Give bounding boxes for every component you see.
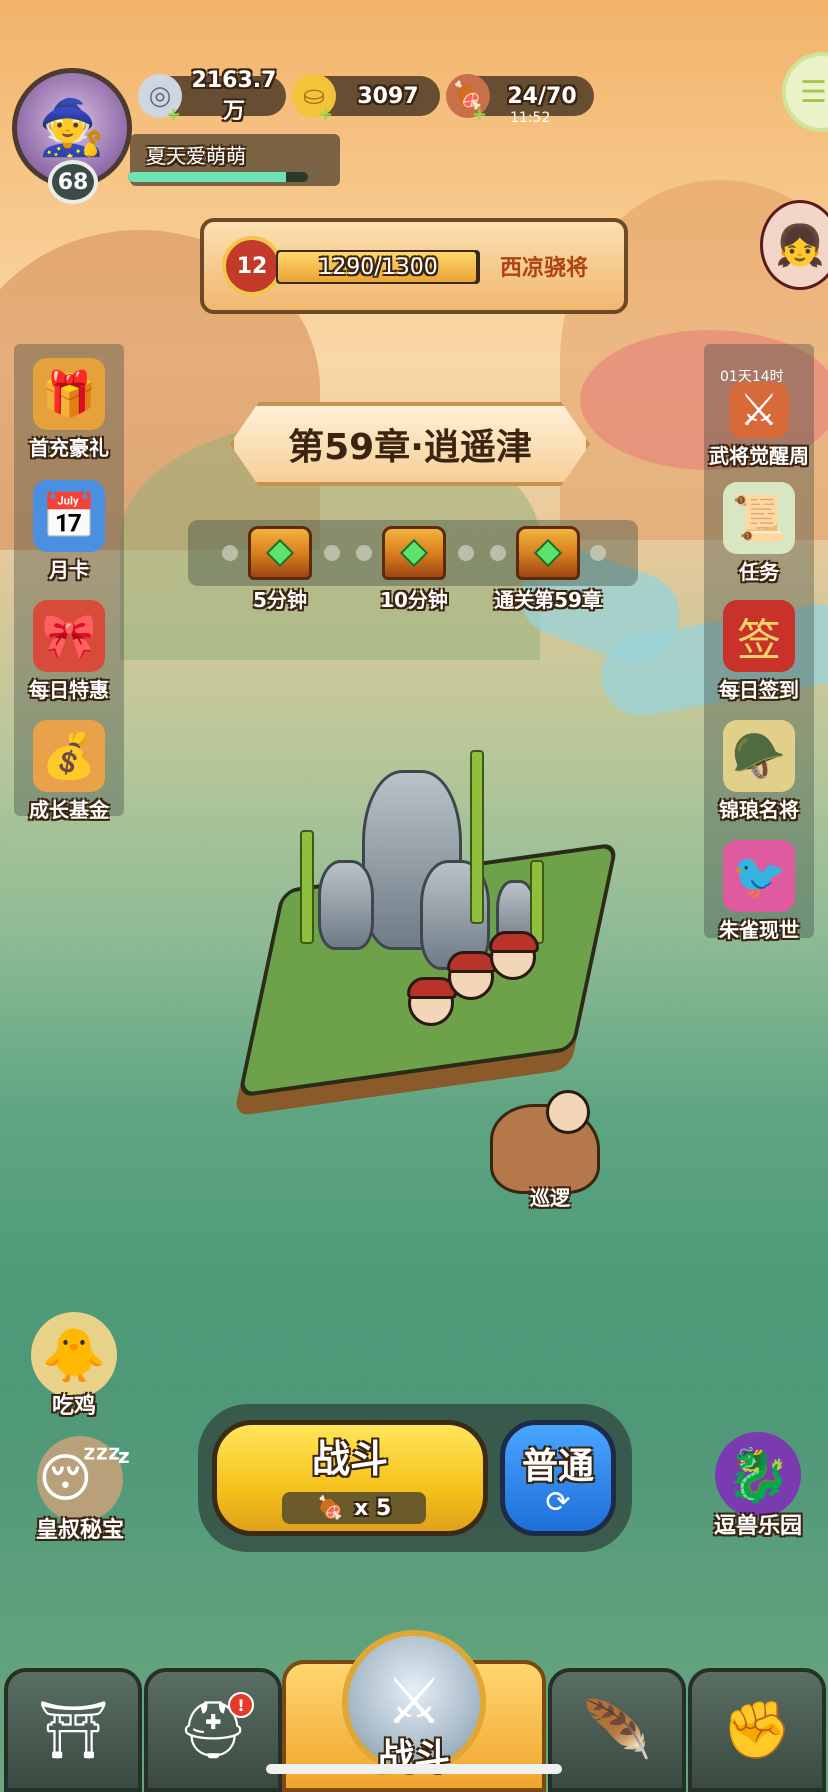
gift-bag-icon: 🎀 xyxy=(33,600,105,672)
famous-general-label: 锦琅名将 xyxy=(719,798,799,822)
fight-button-label: 战斗 xyxy=(311,1437,388,1481)
bamboo-stalk xyxy=(300,830,314,944)
first-recharge-button[interactable]: 🎁 首充豪礼 xyxy=(14,358,124,461)
coin-plus-icon[interactable]: + xyxy=(166,104,181,125)
player-name: 夏天爱萌萌 xyxy=(146,144,246,168)
task-label: 任务 xyxy=(739,560,779,584)
rider-icon xyxy=(546,1090,590,1134)
nav-tab-heroes[interactable]: 🪶 xyxy=(548,1668,686,1792)
famous-general-button[interactable]: 🪖 锦琅名将 xyxy=(704,720,814,823)
sign-in-icon: 签 xyxy=(723,600,795,672)
patrol-label: 巡逻 xyxy=(530,1186,570,1210)
rank-title: 西凉骁将 xyxy=(500,256,589,281)
calendar-card-icon: 📅 xyxy=(33,480,105,552)
enemy-soldier xyxy=(489,931,539,980)
enemy-soldier xyxy=(407,977,457,1026)
hero-awaken-button[interactable]: ⚔ 武将觉醒周 xyxy=(704,382,814,469)
beast-park-icon: 🐉 xyxy=(715,1432,801,1518)
chicken-hero-icon: 🐥 xyxy=(31,1312,117,1398)
treasure-chest-icon: 🎁 xyxy=(33,358,105,430)
monthly-card-button[interactable]: 📅 月卡 xyxy=(14,480,124,583)
home-indicator[interactable] xyxy=(266,1764,562,1774)
coin-counter[interactable]: ◎ 2163.7万 xyxy=(138,68,286,124)
equipment-alert-badge: ! xyxy=(228,1692,254,1718)
refresh-icon: ⟳ xyxy=(545,1484,571,1520)
chest-5min-label: 5分钟 xyxy=(253,588,307,612)
scroll-icon: 📜 xyxy=(723,482,795,554)
gold-plus-icon[interactable]: + xyxy=(318,104,333,125)
chest-gem-icon xyxy=(265,538,295,568)
growth-fund-button[interactable]: 💰 成长基金 xyxy=(14,720,124,823)
daily-sign-in-button[interactable]: 签 每日签到 xyxy=(704,600,814,703)
track-dot xyxy=(356,545,372,561)
track-dot xyxy=(458,545,474,561)
daily-deal-label: 每日特惠 xyxy=(29,678,109,702)
city-gate-icon: ⛩ xyxy=(37,1698,109,1763)
main-menu-icon[interactable]: ☰ xyxy=(782,52,828,132)
track-dot xyxy=(222,545,238,561)
rank-progress-value: 1290/1300 xyxy=(318,254,438,280)
sleep-z-icon: z xyxy=(118,1444,130,1468)
chapter-title-plate: 第59章·逍遥津 xyxy=(230,402,590,486)
beast-park-button[interactable]: 🐉 逗兽乐园 xyxy=(698,1432,818,1540)
player-xp-fill xyxy=(128,172,287,182)
chicken-hero-button[interactable]: 🐥 吃鸡 xyxy=(14,1312,134,1420)
mode-label: 普通 xyxy=(521,1445,594,1487)
beast-park-label: 逗兽乐园 xyxy=(713,1514,802,1539)
sleeping-hero-icon: 😴 xyxy=(37,1436,123,1522)
chest-10min-label: 10分钟 xyxy=(380,588,448,612)
hero-awaken-label: 武将觉醒周 xyxy=(709,444,809,468)
meat-icon: 🍖 xyxy=(316,1495,345,1521)
money-bag-icon: 💰 xyxy=(33,720,105,792)
player-xp-bar xyxy=(128,172,308,182)
fight-cost: 🍖 x 5 xyxy=(282,1492,426,1524)
rank-star-icon: 12 xyxy=(222,236,282,296)
stamina-value: 24/70 xyxy=(507,83,577,109)
track-dot xyxy=(590,545,606,561)
first-recharge-label: 首充豪礼 xyxy=(29,436,109,460)
bamboo-stalk xyxy=(470,750,484,924)
chest-10min[interactable] xyxy=(382,526,446,580)
uncle-treasure-label: 皇叔秘宝 xyxy=(35,1518,124,1543)
chest-gem-icon xyxy=(533,538,563,568)
mode-toggle-button[interactable]: 普通 ⟳ xyxy=(500,1420,616,1536)
chest-5min[interactable] xyxy=(248,526,312,580)
track-dot xyxy=(490,545,506,561)
coin-value: 2163.7万 xyxy=(191,67,277,124)
task-button[interactable]: 📜 任务 xyxy=(704,482,814,585)
fight-cost-value: x 5 xyxy=(354,1495,392,1521)
player-level-badge: 68 xyxy=(48,160,98,204)
stone-pillar xyxy=(318,860,374,950)
phoenix-event-label: 朱雀现世 xyxy=(719,918,799,942)
stamina-plus-icon[interactable]: + xyxy=(472,104,487,125)
track-dot xyxy=(324,545,340,561)
nav-tab-equipment[interactable]: ⛑ xyxy=(144,1668,282,1792)
enemy-soldier xyxy=(447,951,497,1000)
chest-gem-icon xyxy=(399,538,429,568)
daily-deal-button[interactable]: 🎀 每日特惠 xyxy=(14,600,124,703)
bamboo-stalk xyxy=(530,860,544,944)
chest-chapter-clear[interactable] xyxy=(516,526,580,580)
monthly-card-label: 月卡 xyxy=(49,558,89,582)
nav-tab-city[interactable]: ⛩ xyxy=(4,1668,142,1792)
chapter-title: 第59章·逍遥津 xyxy=(288,427,532,468)
daily-sign-in-label: 每日签到 xyxy=(719,678,799,702)
stamina-timer: 11:52 xyxy=(510,110,551,126)
growth-fund-label: 成长基金 xyxy=(29,798,109,822)
gold-value: 3097 xyxy=(357,83,419,109)
hero-awaken-icon: ⚔ xyxy=(729,382,789,438)
nav-tab-upgrade[interactable]: ✊ xyxy=(688,1668,826,1792)
fist-upgrade-icon: ✊ xyxy=(722,1698,792,1763)
hero-helmet-icon: 🪶 xyxy=(582,1698,652,1763)
chest-chapter-clear-label: 通关第59章 xyxy=(494,588,602,612)
general-icon: 🪖 xyxy=(723,720,795,792)
phoenix-icon: 🐦 xyxy=(723,840,795,912)
chicken-hero-label: 吃鸡 xyxy=(51,1394,96,1419)
phoenix-event-button[interactable]: 🐦 朱雀现世 xyxy=(704,840,814,943)
